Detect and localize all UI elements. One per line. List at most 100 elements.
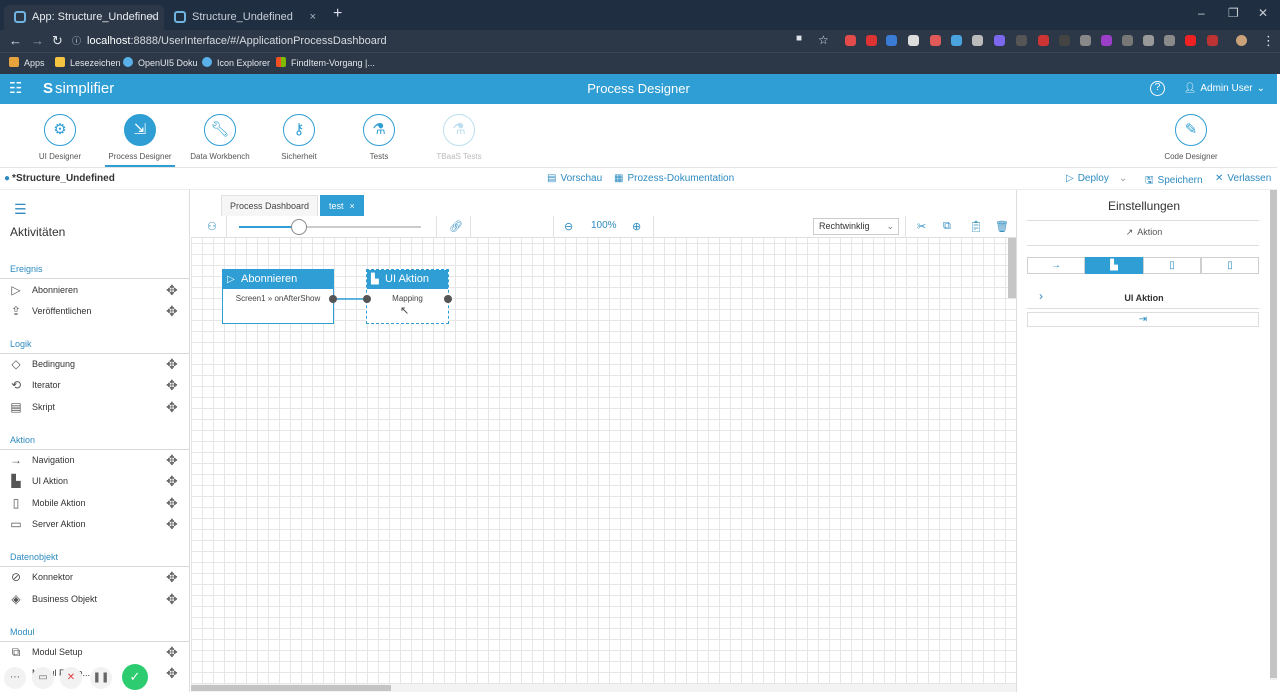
youtube-extension-icon[interactable] <box>1185 35 1196 46</box>
url-field[interactable]: ⓘ localhost:8888/UserInterface/#/Applicat… <box>72 31 792 51</box>
zoom-slider-handle[interactable] <box>291 219 308 235</box>
activity-iterator[interactable]: ⟲ Iterator ✥ <box>0 375 189 396</box>
close-tab-icon[interactable]: × <box>310 5 316 29</box>
confirm-check-icon[interactable]: ✓ <box>122 664 148 690</box>
activity-bedingung[interactable]: ◇ Bedingung ✥ <box>0 354 189 375</box>
help-icon[interactable]: ? <box>1150 81 1165 96</box>
activity-skript[interactable]: ▤ Skript ✥ <box>0 397 189 418</box>
drag-move-icon[interactable]: ✥ <box>166 377 178 394</box>
drag-move-icon[interactable]: ✥ <box>166 591 178 608</box>
more-options-icon[interactable]: ⋯ <box>4 667 26 689</box>
action-type-navigation[interactable]: → <box>1027 257 1085 274</box>
drag-move-icon[interactable]: ✥ <box>166 282 178 299</box>
extension-icon[interactable] <box>951 35 962 46</box>
activity-konnektor[interactable]: ⊘ Konnektor ✥ <box>0 567 189 588</box>
zoom-in-icon[interactable]: ⊕ <box>632 220 641 233</box>
assign-button[interactable]: ⇥ <box>1027 312 1259 327</box>
copy-icon[interactable]: ⧉ <box>943 220 951 233</box>
module-code-designer[interactable]: ✎ Code Designer <box>1156 114 1226 161</box>
browser-tab-app[interactable]: App: Structure_Undefined × <box>4 5 164 30</box>
calendar-extension-icon[interactable] <box>886 35 897 46</box>
canvas-vertical-scrollbar[interactable] <box>1008 238 1016 298</box>
profile-avatar[interactable] <box>1236 35 1247 46</box>
routing-select[interactable]: Rechtwinklig ⌄ <box>813 218 899 235</box>
bookmark-icon-explorer[interactable]: Icon Explorer <box>202 56 270 70</box>
module-ui-designer[interactable]: ⚙ UI Designer <box>25 114 95 161</box>
activity-mobile-aktion[interactable]: ▯ Mobile Aktion ✥ <box>0 493 189 514</box>
process-documentation-button[interactable]: ▦ Prozess-Dokumentation <box>614 173 734 184</box>
info-icon[interactable]: ⓘ <box>72 36 81 46</box>
extension-icon[interactable] <box>1207 35 1218 46</box>
output-port[interactable] <box>329 295 337 303</box>
activity-navigation[interactable]: → Navigation ✥ <box>0 450 189 471</box>
action-type-ui[interactable]: ▙ <box>1085 257 1143 274</box>
drag-move-icon[interactable]: ✥ <box>166 473 178 490</box>
delete-icon[interactable]: 🗑︎ <box>995 220 1009 233</box>
module-tests[interactable]: ⚗ Tests <box>344 114 414 161</box>
activity-server-aktion[interactable]: ▭ Server Aktion ✥ <box>0 514 189 535</box>
tab-process-dashboard[interactable]: Process Dashboard <box>221 195 319 216</box>
action-type-server[interactable]: ▯ <box>1201 257 1259 274</box>
scrollbar-thumb[interactable] <box>1270 190 1277 678</box>
activity-veroeffentlichen[interactable]: ⇪ Veröffentlichen ✥ <box>0 301 189 322</box>
browser-tab-structure[interactable]: Structure_Undefined × <box>164 5 324 30</box>
link-icon[interactable]: 🔗︎ <box>449 220 463 233</box>
cancel-icon[interactable]: ✕ <box>60 667 82 689</box>
action-type-mobile[interactable]: ▯ <box>1143 257 1201 274</box>
input-port[interactable] <box>363 295 371 303</box>
forward-icon[interactable]: → <box>31 33 44 48</box>
chevron-down-icon[interactable]: ⌄ <box>1119 173 1127 184</box>
extension-icon[interactable] <box>1164 35 1175 46</box>
pause-icon[interactable]: ❚❚ <box>90 667 112 689</box>
module-sicherheit[interactable]: ⚷ Sicherheit <box>264 114 334 161</box>
person-icon[interactable]: ⚇ <box>207 220 217 233</box>
extension-icon[interactable] <box>972 35 983 46</box>
extension-icon[interactable] <box>1122 35 1133 46</box>
close-tab-icon[interactable]: × <box>150 5 156 29</box>
drag-move-icon[interactable]: ✥ <box>166 452 178 469</box>
extension-icon[interactable] <box>1016 35 1027 46</box>
deploy-button[interactable]: ▷ Deploy ⌄ <box>1066 173 1127 184</box>
close-tab-icon[interactable]: × <box>350 201 355 211</box>
node-abonnieren[interactable]: ▷ Abonnieren Screen1 » onAfterShow <box>222 269 337 324</box>
drag-move-icon[interactable]: ✥ <box>166 495 178 512</box>
drag-move-icon[interactable]: ✥ <box>166 303 178 320</box>
paste-icon[interactable]: 📋︎ <box>969 220 983 233</box>
canvas-horizontal-scrollbar[interactable] <box>191 684 1016 692</box>
drag-move-icon[interactable]: ✥ <box>166 399 178 416</box>
minimize-button[interactable]: – <box>1198 6 1205 20</box>
camera-icon[interactable]: ■ <box>796 33 802 44</box>
preview-button[interactable]: ▤ Vorschau <box>547 173 602 184</box>
extension-icon[interactable] <box>1143 35 1154 46</box>
module-process-designer[interactable]: ⇲ Process Designer <box>105 114 175 167</box>
mail-extension-icon[interactable] <box>866 35 877 46</box>
new-tab-button[interactable]: + <box>333 5 342 23</box>
activity-business-objekt[interactable]: ◈ Business Objekt ✥ <box>0 589 189 610</box>
user-menu[interactable]: 👤︎ Admin User ⌄ <box>1184 83 1265 94</box>
close-window-button[interactable]: ✕ <box>1258 6 1268 20</box>
module-data-workbench[interactable]: 🔧︎ Data Workbench <box>185 114 255 161</box>
back-icon[interactable]: ← <box>9 33 22 48</box>
leave-button[interactable]: ✕ Verlassen <box>1215 173 1271 184</box>
drag-move-icon[interactable]: ✥ <box>166 665 178 682</box>
extension-icon[interactable] <box>1038 35 1049 46</box>
maximize-button[interactable]: ❐ <box>1228 6 1239 20</box>
drag-move-icon[interactable]: ✥ <box>166 516 178 533</box>
drag-move-icon[interactable]: ✥ <box>166 644 178 661</box>
extension-icon[interactable] <box>1080 35 1091 46</box>
zoom-out-icon[interactable]: ⊖ <box>564 220 573 233</box>
extension-icon[interactable] <box>1059 35 1070 46</box>
output-port[interactable] <box>444 295 452 303</box>
drag-move-icon[interactable]: ✥ <box>166 569 178 586</box>
activity-abonnieren[interactable]: ▷ Abonnieren ✥ <box>0 280 189 301</box>
bookmark-star-icon[interactable]: ☆ <box>818 33 829 47</box>
process-canvas[interactable]: ▷ Abonnieren Screen1 » onAfterShow ▙ UI Ak… <box>191 238 1016 684</box>
reload-icon[interactable]: ↻ <box>52 33 63 49</box>
extension-icon[interactable] <box>1101 35 1112 46</box>
save-button[interactable]: 🖫 Speichern <box>1145 173 1203 190</box>
bookmark-lesezeichen[interactable]: Lesezeichen <box>55 56 121 70</box>
activity-ui-aktion[interactable]: ▙ UI Aktion ✥ <box>0 471 189 492</box>
scrollbar-thumb[interactable] <box>191 685 391 691</box>
drag-move-icon[interactable]: ✥ <box>166 356 178 373</box>
bookmark-apps[interactable]: Apps <box>9 56 45 70</box>
